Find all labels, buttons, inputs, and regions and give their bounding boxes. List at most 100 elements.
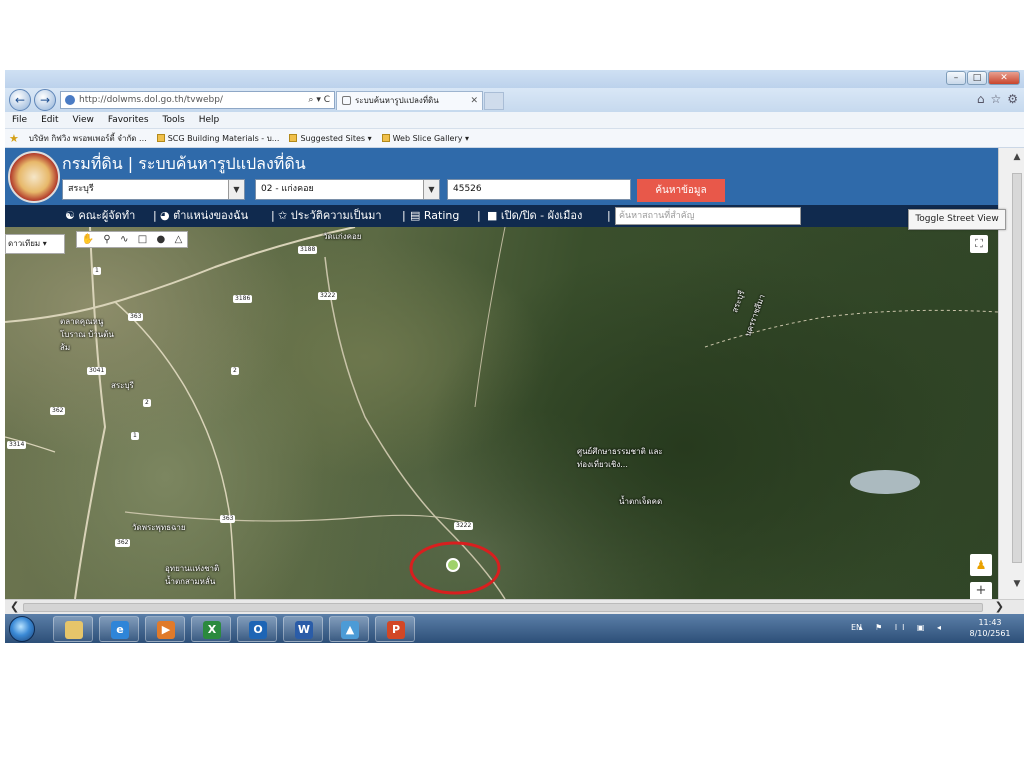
taskbar-word[interactable]: W	[283, 616, 323, 642]
favorite-link[interactable]: SCG Building Materials - บ...	[156, 129, 279, 147]
scroll-left-icon[interactable]: ❮	[10, 600, 19, 614]
separator: |	[153, 209, 157, 222]
menu-file[interactable]: File	[12, 112, 27, 128]
scroll-down-icon[interactable]: ▼	[1011, 579, 1023, 593]
parcel-number-input[interactable]: 45526	[447, 179, 631, 200]
toolbar-rating[interactable]: ▤ Rating	[410, 205, 459, 227]
fullscreen-icon[interactable]: ⛶	[970, 235, 988, 253]
taskbar-powerpoint[interactable]: P	[375, 616, 415, 642]
search-button[interactable]: ค้นหาข้อมูล	[637, 179, 725, 202]
page-header: กรมที่ดิน | ระบบค้นหารูปแปลงที่ดิน สระบุ…	[5, 148, 998, 205]
tab-page-icon	[342, 96, 351, 105]
new-tab-button[interactable]	[484, 92, 504, 110]
chevron-down-icon[interactable]: ▼	[228, 180, 244, 199]
menu-help[interactable]: Help	[199, 112, 220, 128]
taskbar-photo-viewer[interactable]: ▲	[329, 616, 369, 642]
toolbar-my-location[interactable]: ◕ ตำแหน่งของฉัน	[160, 205, 248, 227]
window-controls: – □ ✕	[946, 71, 1020, 85]
polyline-icon[interactable]: ∿	[120, 232, 128, 247]
forward-button[interactable]: →	[34, 89, 56, 111]
favorite-link[interactable]: Suggested Sites ▾	[289, 129, 372, 147]
page-icon	[156, 134, 165, 142]
tray-icons[interactable]: ▴ ⚑ ll ▣ ◂	[859, 623, 946, 632]
road-shield: 363	[220, 515, 236, 523]
rectangle-icon[interactable]: □	[138, 232, 147, 247]
committee-label: คณะผู้จัดทำ	[78, 209, 136, 222]
road-shield: 3186	[233, 295, 253, 303]
menu-view[interactable]: View	[73, 112, 94, 128]
clock-time: 11:43	[978, 618, 1002, 627]
horizontal-scrollbar[interactable]: ❮ ❯	[5, 599, 1024, 614]
favorite-link[interactable]: บริษัท กิฟวิง พรอพเพอร์ตี้ จำกัด ...	[29, 129, 147, 147]
map-toolbar: ☯ คณะผู้จัดทำ | ◕ ตำแหน่งของฉัน | ✩ ประว…	[5, 205, 998, 227]
media-player-icon: ▶	[157, 621, 175, 639]
map-label-market: ตลาดคุณหนูโบราณ บ้านต้นส้ม	[60, 317, 114, 352]
zoom-in-button[interactable]: +	[970, 582, 992, 599]
menu-favorites[interactable]: Favorites	[108, 112, 149, 128]
scroll-thumb[interactable]	[1012, 173, 1022, 563]
powerpoint-icon: P	[387, 621, 405, 639]
pegman-icon[interactable]: ♟	[970, 554, 992, 576]
circle-icon[interactable]: ●	[157, 232, 166, 247]
window-titlebar: – □ ✕	[5, 70, 1024, 88]
road-shield: 3314	[7, 441, 27, 449]
road-shield: 362	[115, 539, 131, 547]
screenshot: – □ ✕ ← → http://dolwms.dol.go.th/tvwebp…	[5, 70, 1024, 643]
favorite-link[interactable]: Web Slice Gallery ▾	[381, 129, 469, 147]
separator: |	[271, 209, 275, 222]
start-button[interactable]	[9, 616, 35, 642]
scroll-up-icon[interactable]: ▲	[1011, 152, 1023, 166]
clock[interactable]: 11:43 8/10/2561	[966, 617, 1014, 639]
hand-icon[interactable]: ✋	[82, 232, 94, 247]
browser-tab[interactable]: ระบบค้นหารูปแปลงที่ดิน ✕	[336, 91, 483, 110]
menu-bar: File Edit View Favorites Tools Help	[5, 112, 1024, 129]
location-marker-icon[interactable]	[446, 558, 460, 572]
toolbar-history[interactable]: ✩ ประวัติความเป็นมา	[278, 205, 382, 227]
back-button[interactable]: ←	[9, 89, 31, 111]
home-icon[interactable]: ⌂	[977, 92, 985, 106]
favorites-star-icon[interactable]: ☆	[990, 92, 1001, 106]
menu-tools[interactable]: Tools	[163, 112, 185, 128]
drawing-tools: ✋ ⚲ ∿ □ ● △	[76, 231, 188, 248]
place-search-input[interactable]: ค้นหาสถานที่สำคัญ	[615, 207, 801, 225]
taskbar-media-player[interactable]: ▶	[145, 616, 185, 642]
road-shield: 3222	[318, 292, 338, 300]
rating-label: Rating	[423, 209, 460, 222]
minimize-button[interactable]: –	[946, 71, 966, 85]
history-label: ประวัติความเป็นมา	[290, 209, 382, 222]
vertical-scrollbar[interactable]: ▲ ▼	[1010, 148, 1024, 599]
pin-icon[interactable]: ⚲	[103, 232, 110, 247]
toolbar-toggle-plan[interactable]: ■ เปิด/ปิด - ผังเมือง	[487, 205, 582, 227]
address-bar[interactable]: http://dolwms.dol.go.th/tvwebp/ ⌕ ▾ C	[60, 91, 335, 109]
favorites-star-icon[interactable]: ★	[9, 129, 19, 147]
maximize-button[interactable]: □	[967, 71, 987, 85]
scroll-right-icon[interactable]: ❯	[995, 600, 1004, 614]
tab-close-icon[interactable]: ✕	[470, 92, 478, 110]
close-button[interactable]: ✕	[988, 71, 1020, 85]
chevron-down-icon[interactable]: ▼	[423, 180, 439, 199]
scroll-thumb[interactable]	[23, 603, 983, 612]
ie-icon: e	[111, 621, 129, 639]
road	[114, 301, 236, 599]
taskbar-excel[interactable]: X	[191, 616, 231, 642]
toolbar-committee[interactable]: ☯ คณะผู้จัดทำ	[65, 205, 135, 227]
page-title: กรมที่ดิน | ระบบค้นหารูปแปลงที่ดิน	[62, 154, 306, 173]
toggle-street-view-button[interactable]: Toggle Street View	[908, 209, 1006, 230]
cloud-patch	[850, 470, 920, 494]
province-select[interactable]: สระบุรี ▼	[62, 179, 245, 200]
my-location-label: ตำแหน่งของฉัน	[173, 209, 249, 222]
taskbar-outlook[interactable]: O	[237, 616, 277, 642]
taskbar-internet-explorer[interactable]: e	[99, 616, 139, 642]
map-label-national-park: อุทยานแห่งชาติ น้ำตกสามหลั่น	[165, 564, 220, 586]
road-highway-1	[74, 227, 107, 599]
menu-edit[interactable]: Edit	[41, 112, 58, 128]
separator: |	[607, 209, 611, 222]
polygon-icon[interactable]: △	[175, 232, 183, 247]
gear-icon[interactable]: ⚙	[1007, 92, 1018, 106]
map-type-select[interactable]: ดาวเทียม ▾	[5, 234, 65, 254]
separator: |	[477, 209, 481, 222]
district-select[interactable]: 02 - แก่งคอย ▼	[255, 179, 440, 200]
address-controls[interactable]: ⌕ ▾ C	[308, 92, 330, 108]
satellite-map[interactable]: ดาวเทียม ▾ ✋ ⚲ ∿ □ ● △ ⛶ ♟ + วัดแก่งคอย …	[5, 227, 998, 599]
taskbar-explorer[interactable]	[53, 616, 93, 642]
